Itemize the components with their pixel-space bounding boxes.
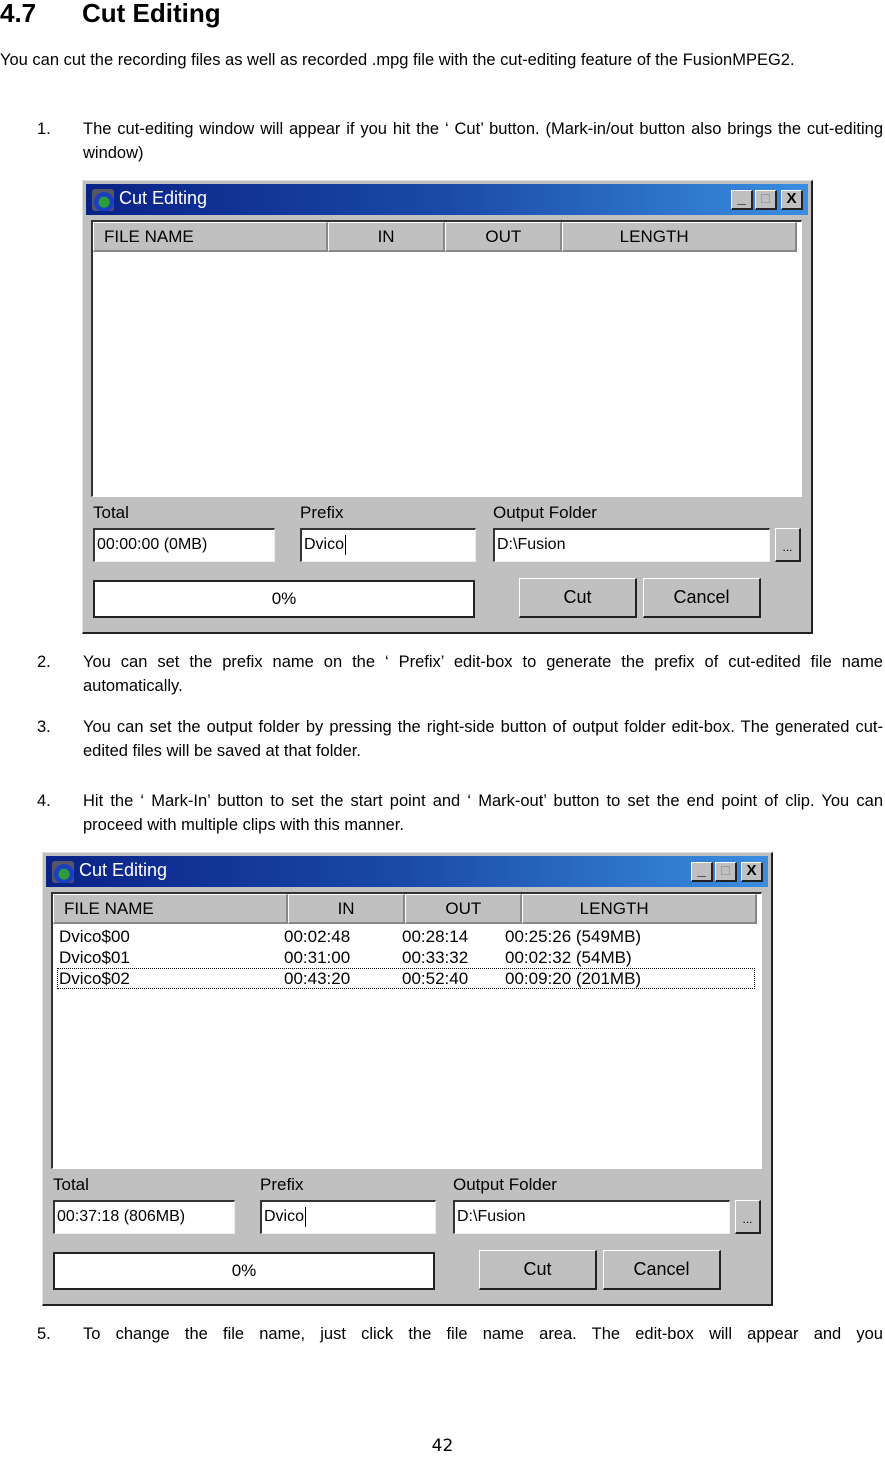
clip-out: 00:28:14 [402,927,469,946]
prefix-input[interactable]: Dvico [300,528,476,562]
intro-paragraph: You can cut the recording files as well … [0,51,795,69]
clip-row-focused[interactable]: Dvico$02 00:43:20 00:52:40 00:09:20 (201… [57,968,755,989]
step-3: 3. You can set the output folder by pres… [37,715,883,763]
prefix-input[interactable]: Dvico [260,1200,436,1234]
minimize-button[interactable]: _ [731,190,753,210]
step-number: 1. [37,120,51,138]
section-title: Cut Editing [82,0,221,28]
text-caret [345,534,347,555]
progress-bar: 0% [53,1252,435,1290]
progress-bar: 0% [93,580,475,618]
clip-file-name[interactable]: Dvico$01 [59,947,130,968]
clip-in: 00:31:00 [284,948,351,967]
title-bar[interactable]: Cut Editing _ □ X [46,856,768,887]
step-text: To change the file name, just click the … [83,1325,883,1343]
clip-file-name[interactable]: Dvico$02 [59,968,130,989]
cancel-button[interactable]: Cancel [643,578,761,618]
close-button[interactable]: X [741,862,763,882]
cut-button[interactable]: Cut [519,578,637,618]
browse-folder-button[interactable]: ... [735,1200,761,1234]
clip-out: 00:33:32 [402,948,469,967]
maximize-button[interactable]: □ [755,190,777,210]
total-field: 00:37:18 (806MB) [53,1200,235,1234]
clip-length: 00:02:32 (54MB) [505,948,632,967]
clip-in: 00:02:48 [284,927,351,946]
step-number: 2. [37,653,51,671]
clip-out: 00:52:40 [402,969,469,988]
maximize-button[interactable]: □ [715,862,737,882]
total-label: Total [93,503,129,522]
column-header-out[interactable]: OUT [445,222,563,252]
step-text: You can set the output folder by pressin… [83,718,883,760]
clip-length: 00:25:26 (549MB) [505,927,642,946]
column-header-in[interactable]: IN [327,222,446,252]
section-heading: 4.7 Cut Editing [0,0,221,29]
clip-list[interactable]: FILE NAME IN OUT LENGTH [91,220,802,497]
prefix-value: Dvico [264,1208,305,1225]
step-2: 2. You can set the prefix name on the ‘ … [37,650,883,698]
app-icon [92,189,114,211]
minimize-button[interactable]: _ [691,862,713,882]
step-1: 1. The cut-editing window will appear if… [37,117,883,165]
clip-in: 00:43:20 [284,969,351,988]
list-header: FILE NAME IN OUT LENGTH [93,222,797,252]
clip-list[interactable]: FILE NAME IN OUT LENGTH Dvico$00 00:02:4… [51,892,762,1169]
clip-row[interactable]: Dvico$01 00:31:00 00:33:32 00:02:32 (54M… [57,947,755,968]
output-folder-label: Output Folder [453,1175,557,1194]
output-folder-input[interactable]: D:\Fusion [453,1200,730,1234]
section-number: 4.7 [0,0,37,28]
step-text: Hit the ‘ Mark-In’ button to set the sta… [83,792,883,834]
step-number: 3. [37,718,51,736]
app-icon [52,861,74,883]
cut-editing-window-empty: Cut Editing _ □ X FILE NAME IN OUT LENGT… [82,180,813,634]
step-number: 5. [37,1325,51,1343]
column-header-length[interactable]: LENGTH [562,222,797,252]
step-4: 4. Hit the ‘ Mark-In’ button to set the … [37,789,883,837]
window-title: Cut Editing [79,860,168,880]
text-caret [305,1206,307,1227]
total-label: Total [53,1175,89,1194]
step-text: The cut-editing window will appear if yo… [83,120,883,162]
step-text: You can set the prefix name on the ‘ Pre… [83,653,883,695]
column-header-file-name[interactable]: FILE NAME [93,222,328,252]
step-number: 4. [37,792,51,810]
column-header-length[interactable]: LENGTH [522,894,757,924]
close-button[interactable]: X [781,190,803,210]
column-header-in[interactable]: IN [287,894,406,924]
clip-row[interactable]: Dvico$00 00:02:48 00:28:14 00:25:26 (549… [57,926,755,947]
cancel-button[interactable]: Cancel [603,1250,721,1290]
total-field: 00:00:00 (0MB) [93,528,275,562]
page-number: 42 [431,1436,454,1456]
clip-file-name[interactable]: Dvico$00 [59,926,130,947]
prefix-label: Prefix [300,503,344,522]
output-folder-label: Output Folder [493,503,597,522]
column-header-out[interactable]: OUT [405,894,523,924]
cut-button[interactable]: Cut [479,1250,597,1290]
clip-length: 00:09:20 (201MB) [505,969,642,988]
list-header: FILE NAME IN OUT LENGTH [53,894,757,924]
prefix-label: Prefix [260,1175,304,1194]
browse-folder-button[interactable]: ... [775,528,801,562]
title-bar[interactable]: Cut Editing _ □ X [86,184,808,215]
cut-editing-window-with-clips: Cut Editing _ □ X FILE NAME IN OUT LENGT… [42,852,773,1306]
prefix-value: Dvico [304,536,345,553]
window-title: Cut Editing [119,188,208,208]
column-header-file-name[interactable]: FILE NAME [53,894,288,924]
step-5: 5. To change the file name, just click t… [37,1322,883,1346]
output-folder-input[interactable]: D:\Fusion [493,528,770,562]
